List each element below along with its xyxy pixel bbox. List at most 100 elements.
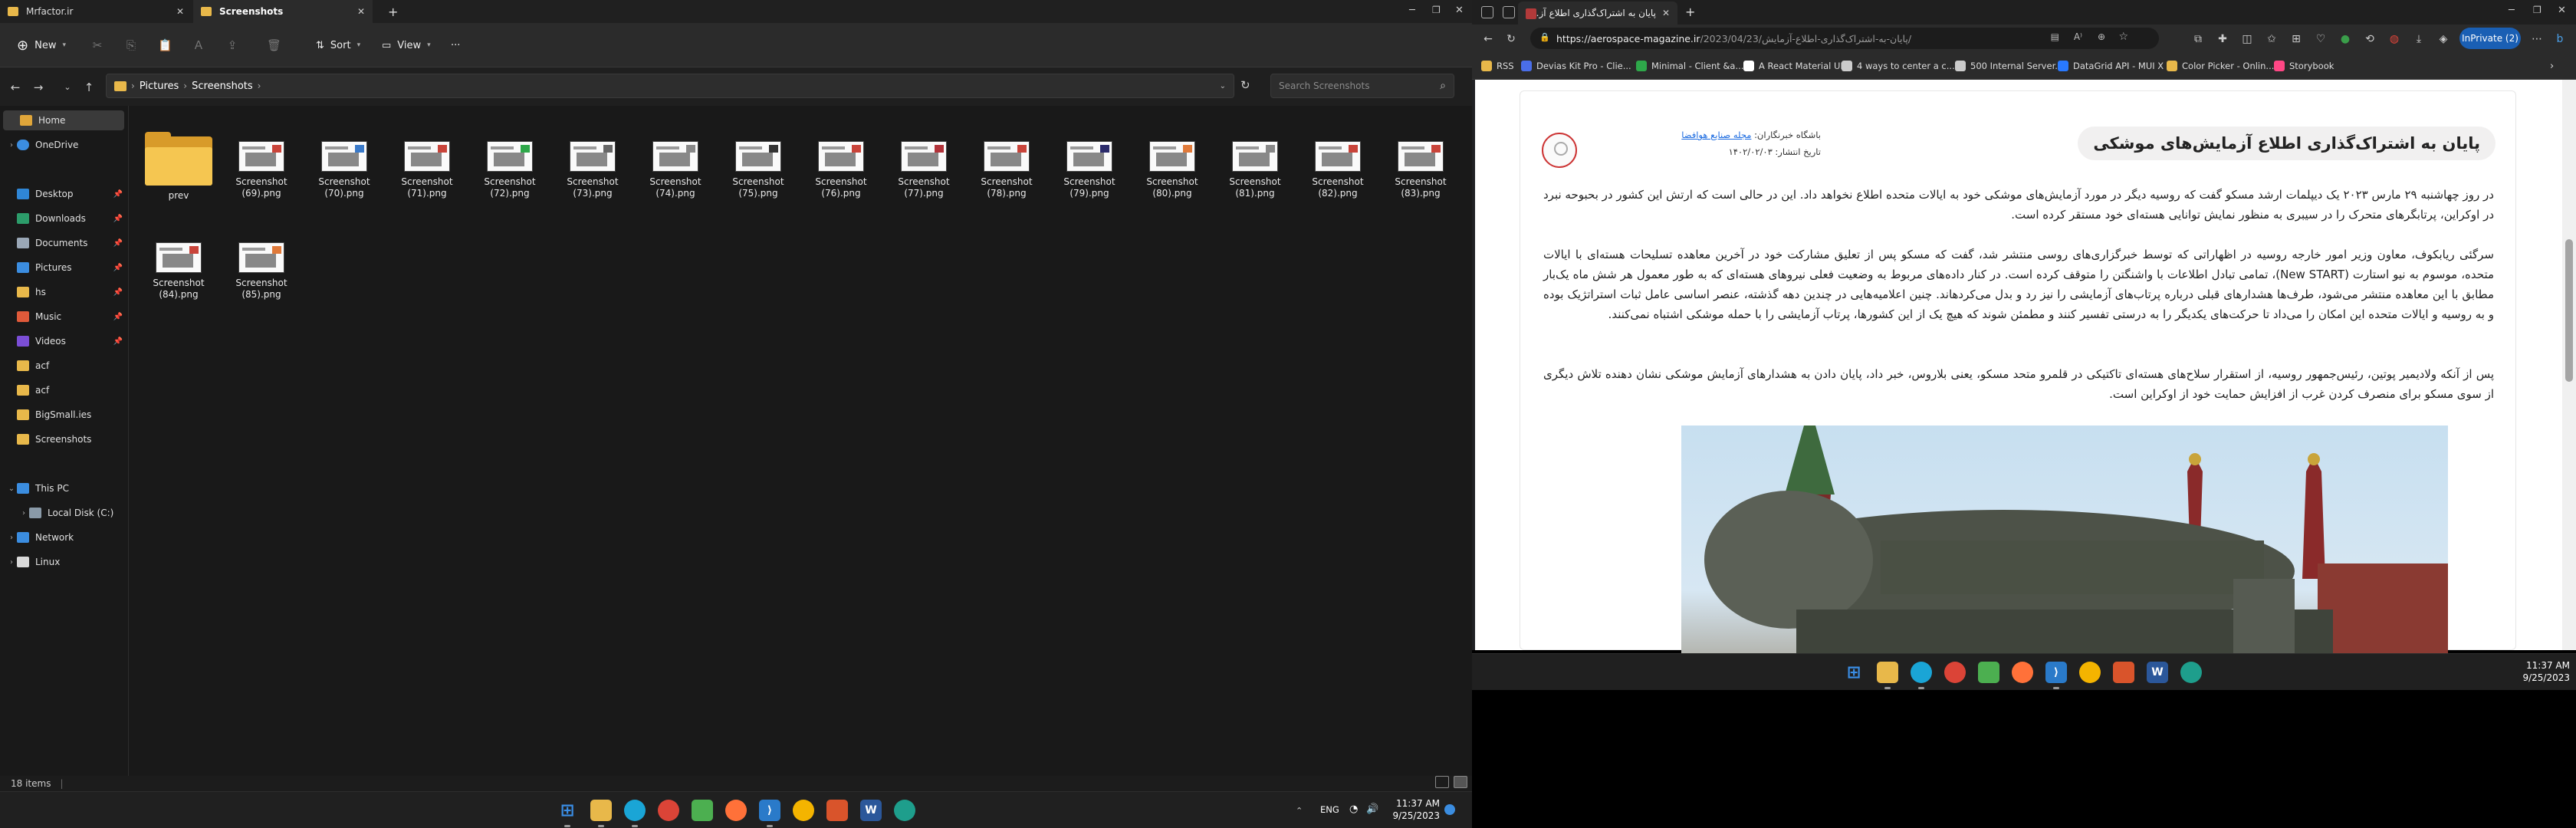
bing-icon[interactable]: b (2553, 32, 2567, 46)
close-tab-icon[interactable]: ✕ (357, 6, 365, 17)
nav-acf[interactable]: acf (0, 356, 129, 376)
screenshot-file[interactable]: Screenshot (80).png (1132, 121, 1213, 212)
tab-actions-icon[interactable] (1481, 6, 1493, 18)
copy-icon[interactable]: ⎘ (124, 38, 138, 52)
tab-article[interactable]: پایان به اشتراک‌گذاری اطلاع آزمایش... ✕ (1518, 2, 1677, 25)
screenshot-file[interactable]: Screenshot (74).png (635, 121, 716, 212)
zoom-icon[interactable]: ⊕ (2098, 31, 2105, 42)
screenshot-file[interactable]: Screenshot (81).png (1214, 121, 1296, 212)
favorites-overflow-icon[interactable]: › (2550, 59, 2554, 73)
favorites-icon[interactable]: ✩ (2265, 32, 2279, 46)
start-icon[interactable]: ⊞ (1843, 662, 1865, 683)
tiles-view-icon[interactable] (1454, 776, 1467, 788)
more-options-button[interactable]: ··· (445, 34, 466, 57)
paste-icon[interactable]: 📋 (158, 38, 172, 52)
puzzle-icon[interactable]: ✚ (2216, 32, 2229, 46)
breadcrumb-screenshots[interactable]: Screenshots (192, 80, 253, 92)
rename-icon[interactable]: Ａ (192, 38, 205, 52)
maximize-button[interactable]: ❐ (2533, 5, 2542, 15)
read-aloud-icon[interactable]: A⁾ (2074, 31, 2082, 42)
start-icon[interactable]: ⊞ (557, 800, 578, 827)
favorite-link[interactable]: A React Material UI... (1743, 59, 1852, 73)
edge-icon[interactable] (624, 800, 646, 827)
favorite-link[interactable]: Minimal - Client &a... (1636, 59, 1743, 73)
screenshot-file[interactable]: Screenshot (73).png (552, 121, 633, 212)
screenshot-file[interactable]: Screenshot (83).png (1380, 121, 1461, 212)
refresh-icon[interactable]: ↻ (1240, 78, 1250, 92)
close-window-button[interactable]: ✕ (2558, 5, 2566, 16)
up-arrow-icon[interactable]: ↑ (80, 78, 98, 97)
nav-music[interactable]: Music 📌 (0, 307, 129, 327)
nav-this-pc[interactable]: ⌄ This PC (0, 478, 129, 498)
address-dropdown-icon[interactable]: ⌄ (1220, 82, 1226, 90)
screenshot-file[interactable]: Screenshot (70).png (304, 121, 385, 212)
screenshot-file[interactable]: Screenshot (72).png (469, 121, 550, 212)
favorite-link[interactable]: DataGrid API - MUI X (2058, 59, 2164, 73)
nav-screenshots[interactable]: Screenshots (0, 429, 129, 449)
copilot-icon[interactable]: ◈ (2436, 32, 2450, 46)
delete-icon[interactable]: 🗑 (267, 38, 281, 52)
screenshot-file[interactable]: Screenshot (79).png (1049, 121, 1130, 212)
clock[interactable]: 11:37 AM 9/25/2023 (1386, 797, 1440, 822)
address-bar[interactable]: 🔒 https://aerospace-magazine.ir /2023/04… (1530, 28, 2159, 49)
reader-icon[interactable]: ▤ (2051, 31, 2059, 42)
nav-hs[interactable]: hs 📌 (0, 282, 129, 302)
language-indicator[interactable]: ENG (1320, 804, 1339, 815)
extension-green-icon[interactable]: ● (2338, 32, 2352, 46)
favorite-link[interactable]: RSS (1481, 59, 1514, 73)
nav-network[interactable]: › Network (0, 527, 129, 547)
minimize-button[interactable]: ─ (2509, 5, 2515, 16)
back-arrow-icon[interactable]: ← (1481, 32, 1495, 46)
split-screen-icon[interactable]: ◫ (2240, 32, 2254, 46)
nav-home[interactable]: Home (3, 110, 124, 130)
vscode-icon[interactable]: ⟩ (2045, 662, 2067, 689)
file-explorer-icon[interactable] (1877, 662, 1898, 689)
file-explorer-icon[interactable] (590, 800, 612, 827)
nav-desktop[interactable]: Desktop 📌 (0, 184, 129, 204)
downloads-icon[interactable]: ⤓ (2412, 32, 2426, 46)
nav-documents[interactable]: Documents 📌 (0, 233, 129, 253)
chrome-canary-icon[interactable] (2079, 662, 2101, 683)
chevron-right-icon[interactable]: › (18, 509, 29, 518)
share-icon[interactable]: ⇪ (225, 38, 239, 52)
screenshot-file[interactable]: Screenshot (69).png (221, 121, 302, 212)
forward-arrow-icon[interactable]: → (29, 78, 48, 97)
nav-onedrive[interactable]: › OneDrive (0, 135, 129, 155)
firefox-icon[interactable] (725, 800, 747, 821)
favorite-link[interactable]: Color Picker - Onlin... (2167, 59, 2274, 73)
screenshot-file[interactable]: Screenshot (82).png (1297, 121, 1378, 212)
nav-linux[interactable]: › Linux (0, 552, 129, 572)
postman-icon[interactable] (826, 800, 848, 821)
close-tab-icon[interactable]: ✕ (1662, 8, 1670, 18)
address-bar[interactable]: › Pictures › Screenshots › ⌄ (106, 74, 1234, 98)
nav-pictures[interactable]: Pictures 📌 (0, 258, 129, 278)
nav-videos[interactable]: Videos 📌 (0, 331, 129, 351)
view-button[interactable]: ▭ View ▾ (376, 34, 437, 57)
tray-chevron-icon[interactable]: ⌃ (1296, 806, 1303, 816)
heart-icon[interactable]: ♡ (2314, 32, 2328, 46)
edge-dev-icon[interactable] (894, 800, 915, 821)
favorite-link[interactable]: 500 Internal Server... (1955, 59, 2063, 73)
chevron-right-icon[interactable]: › (6, 141, 17, 150)
nav-downloads[interactable]: Downloads 📌 (0, 209, 129, 228)
nav-bigsmall[interactable]: BigSmall.ies (0, 405, 129, 425)
nav-acf[interactable]: acf (0, 380, 129, 400)
collections-icon[interactable]: ⊞ (2289, 32, 2303, 46)
screenshot-file[interactable]: Screenshot (84).png (138, 222, 219, 313)
inprivate-badge[interactable]: InPrivate (2) (2459, 28, 2521, 49)
recent-chevron-icon[interactable]: ⌄ (58, 78, 77, 97)
details-view-icon[interactable] (1435, 776, 1449, 788)
maximize-button[interactable]: ❐ (1432, 5, 1441, 15)
close-window-button[interactable]: ✕ (1455, 5, 1464, 16)
screenshot-file[interactable]: Screenshot (76).png (800, 121, 882, 212)
nav-local-disk[interactable]: › Local Disk (C:) (0, 503, 129, 523)
chevron-down-icon[interactable]: ⌄ (6, 485, 17, 493)
firefox-icon[interactable] (2012, 662, 2033, 683)
chevron-right-icon[interactable]: › (6, 558, 17, 567)
new-tab-button[interactable]: + (380, 0, 403, 23)
vscode-icon[interactable]: ⟩ (759, 800, 780, 827)
more-menu-icon[interactable]: ⋯ (2530, 32, 2544, 46)
cut-icon[interactable]: ✂ (90, 38, 104, 52)
favorite-link[interactable]: Devias Kit Pro - Clie... (1521, 59, 1631, 73)
screenshot-file[interactable]: Screenshot (78).png (966, 121, 1047, 212)
